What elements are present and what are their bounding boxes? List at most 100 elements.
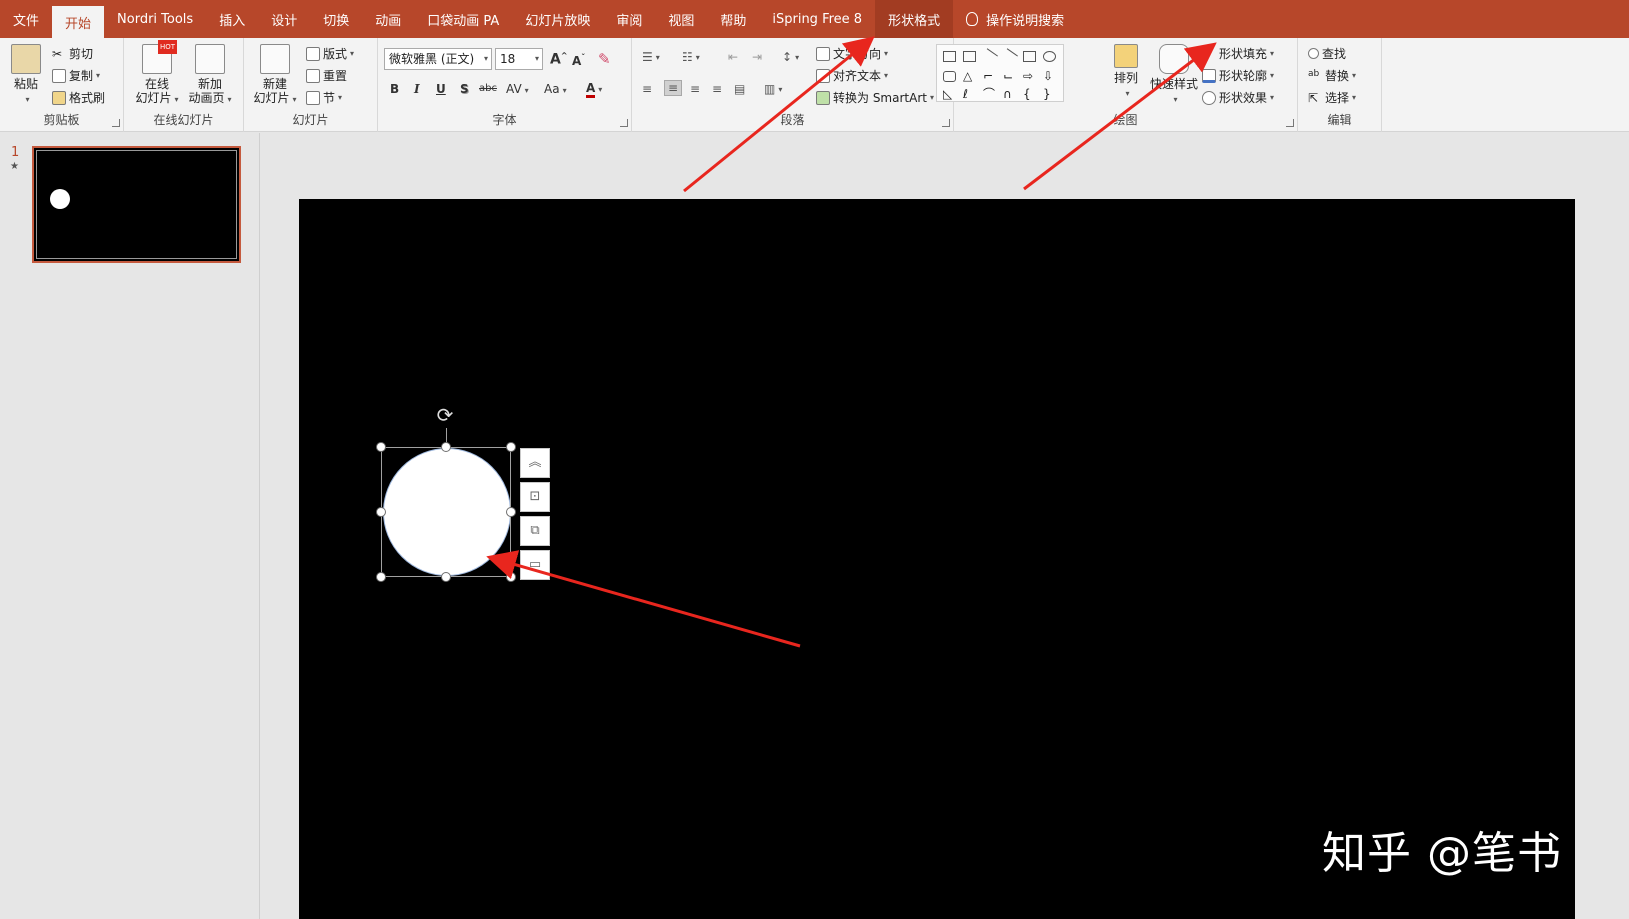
bold-button[interactable]: B	[390, 82, 399, 96]
elbow-connector-shape-icon[interactable]: ⌐	[983, 70, 996, 82]
quick-styles-button[interactable]: 快速样式 ▾	[1148, 44, 1200, 107]
curve-shape-icon[interactable]: ∩	[1003, 88, 1016, 100]
quick-fill-button[interactable]: ▭	[520, 550, 550, 580]
bullets-button[interactable]: ☰ ▾	[642, 50, 660, 64]
paragraph-launcher-icon[interactable]	[942, 119, 950, 127]
font-color-button[interactable]: A ▾	[586, 81, 602, 98]
down-arrow-shape-icon[interactable]: ⇩	[1043, 70, 1056, 82]
quick-layout-options-button[interactable]: ︽	[520, 448, 550, 478]
paste-icon	[11, 44, 41, 74]
align-center-button[interactable]: ≡	[664, 80, 683, 96]
section-button[interactable]: 节 ▾	[306, 89, 342, 106]
online-slides-button[interactable]: HOT 在线 幻灯片 ▾	[132, 40, 182, 107]
arrange-button[interactable]: 排列 ▾	[1106, 44, 1146, 101]
align-text-button[interactable]: 对齐文本 ▾	[816, 67, 888, 84]
convert-smartart-button[interactable]: 转换为 SmartArt ▾	[816, 89, 934, 106]
align-right-button[interactable]: ≡	[690, 82, 700, 96]
left-brace-shape-icon[interactable]: {	[1023, 88, 1036, 100]
reset-button[interactable]: 重置	[306, 67, 347, 84]
underline-button[interactable]: U	[436, 82, 446, 96]
resize-handle-bottom-right[interactable]	[506, 572, 516, 582]
shape-outline-button[interactable]: 形状轮廓 ▾	[1202, 67, 1274, 84]
tab-3[interactable]: 插入	[206, 0, 258, 38]
tab-0[interactable]: 文件	[0, 0, 52, 38]
font-size-select[interactable]: 18 ▾	[495, 48, 543, 70]
clear-formatting-icon[interactable]: ✎	[598, 50, 611, 68]
increase-indent-button[interactable]: ⇥	[752, 50, 762, 64]
select-button[interactable]: ⇱ 选择 ▾	[1308, 89, 1356, 106]
text-direction-button[interactable]: 文字方向 ▾	[816, 45, 888, 62]
tell-me-search[interactable]: 操作说明搜索	[953, 0, 1077, 38]
rotate-handle-icon[interactable]: ⟳	[434, 404, 456, 426]
tab-4[interactable]: 设计	[258, 0, 310, 38]
quick-align-button[interactable]: ⊡	[520, 482, 550, 512]
increase-font-size-icon[interactable]: A^	[550, 51, 568, 68]
font-name-select[interactable]: 微软雅黑 (正文) ▾	[384, 48, 492, 70]
font-launcher-icon[interactable]	[620, 119, 628, 127]
slide-thumbnail-1[interactable]	[32, 146, 241, 263]
resize-handle-top-left[interactable]	[376, 442, 386, 452]
shape-style-icon: ⧉	[530, 523, 540, 538]
shapes-gallery[interactable]: △ ⌐ ⌙ ⇨ ⇩ ◺ ℓ ⌒ ∩ { }	[936, 44, 1064, 102]
drawing-launcher-icon[interactable]	[1286, 119, 1294, 127]
rounded-rectangle-shape-icon[interactable]	[943, 71, 956, 82]
resize-handle-bottom[interactable]	[441, 572, 451, 582]
justify-button[interactable]: ≡	[712, 82, 722, 96]
tab-10[interactable]: 视图	[655, 0, 707, 38]
replace-button[interactable]: ab 替换 ▾	[1308, 67, 1356, 84]
paste-button[interactable]: 粘贴 ▾	[8, 44, 44, 107]
shape-fill-button[interactable]: ⛉ 形状填充 ▾	[1202, 45, 1274, 62]
scribble-shape-icon[interactable]: ℓ	[963, 88, 976, 100]
copy-button[interactable]: 复制 ▾	[52, 67, 100, 84]
resize-handle-top[interactable]	[441, 442, 451, 452]
line-shape-icon[interactable]	[981, 48, 998, 65]
tab-11[interactable]: 帮助	[707, 0, 759, 38]
clipboard-launcher-icon[interactable]	[112, 119, 120, 127]
resize-handle-right[interactable]	[506, 507, 516, 517]
format-painter-button[interactable]: 格式刷	[52, 89, 105, 106]
text-box-shape-icon[interactable]	[943, 51, 956, 62]
new-animation-page-button[interactable]: 新加 动画页 ▾	[184, 44, 236, 107]
italic-button[interactable]: I	[414, 82, 420, 96]
brush-icon	[52, 90, 66, 105]
strikethrough-button[interactable]: abc	[479, 83, 497, 94]
rectangle-shape-icon[interactable]	[1023, 51, 1036, 62]
tab-5[interactable]: 切换	[310, 0, 362, 38]
vertical-text-box-shape-icon[interactable]	[963, 51, 976, 62]
elbow-arrow-shape-icon[interactable]: ⌙	[1003, 70, 1016, 82]
tab-9[interactable]: 审阅	[603, 0, 655, 38]
layout-button[interactable]: 版式 ▾	[306, 45, 354, 62]
find-button[interactable]: 查找	[1308, 45, 1346, 62]
freeform-shape-icon[interactable]: ◺	[943, 88, 956, 100]
change-case-button[interactable]: Aa ▾	[544, 82, 567, 96]
character-spacing-button[interactable]: AV ▾	[506, 82, 529, 96]
tab-13[interactable]: 形状格式	[875, 0, 954, 38]
tab-2[interactable]: Nordri Tools	[104, 0, 206, 38]
quick-style-button[interactable]: ⧉	[520, 516, 550, 546]
right-brace-shape-icon[interactable]: }	[1043, 88, 1056, 100]
resize-handle-left[interactable]	[376, 507, 386, 517]
tab-1[interactable]: 开始	[52, 6, 105, 38]
resize-handle-bottom-left[interactable]	[376, 572, 386, 582]
shape-effects-button[interactable]: 形状效果 ▾	[1202, 89, 1274, 106]
tab-7[interactable]: 口袋动画 PA	[414, 0, 512, 38]
tab-6[interactable]: 动画	[362, 0, 414, 38]
numbering-button[interactable]: ☷ ▾	[682, 50, 700, 64]
tab-12[interactable]: iSpring Free 8	[759, 0, 875, 38]
triangle-shape-icon[interactable]: △	[963, 70, 976, 82]
decrease-indent-button[interactable]: ⇤	[728, 50, 738, 64]
align-left-button[interactable]: ≡	[642, 82, 652, 96]
new-slide-button[interactable]: 新建 幻灯片 ▾	[252, 44, 298, 107]
cut-button[interactable]: ✂ 剪切	[52, 45, 93, 62]
columns-button[interactable]: ▥ ▾	[764, 82, 782, 96]
oval-shape-icon[interactable]	[1043, 51, 1056, 62]
arc-shape-icon[interactable]: ⌒	[983, 88, 996, 100]
decrease-font-size-icon[interactable]: Aˇ	[572, 53, 585, 68]
right-arrow-shape-icon[interactable]: ⇨	[1023, 70, 1036, 82]
shadow-button[interactable]: S	[460, 82, 469, 96]
distributed-button[interactable]: ▤	[734, 82, 745, 96]
arrow-line-shape-icon[interactable]	[1001, 48, 1018, 65]
tab-8[interactable]: 幻灯片放映	[512, 0, 603, 38]
line-spacing-button[interactable]: ↕ ▾	[782, 50, 799, 64]
resize-handle-top-right[interactable]	[506, 442, 516, 452]
